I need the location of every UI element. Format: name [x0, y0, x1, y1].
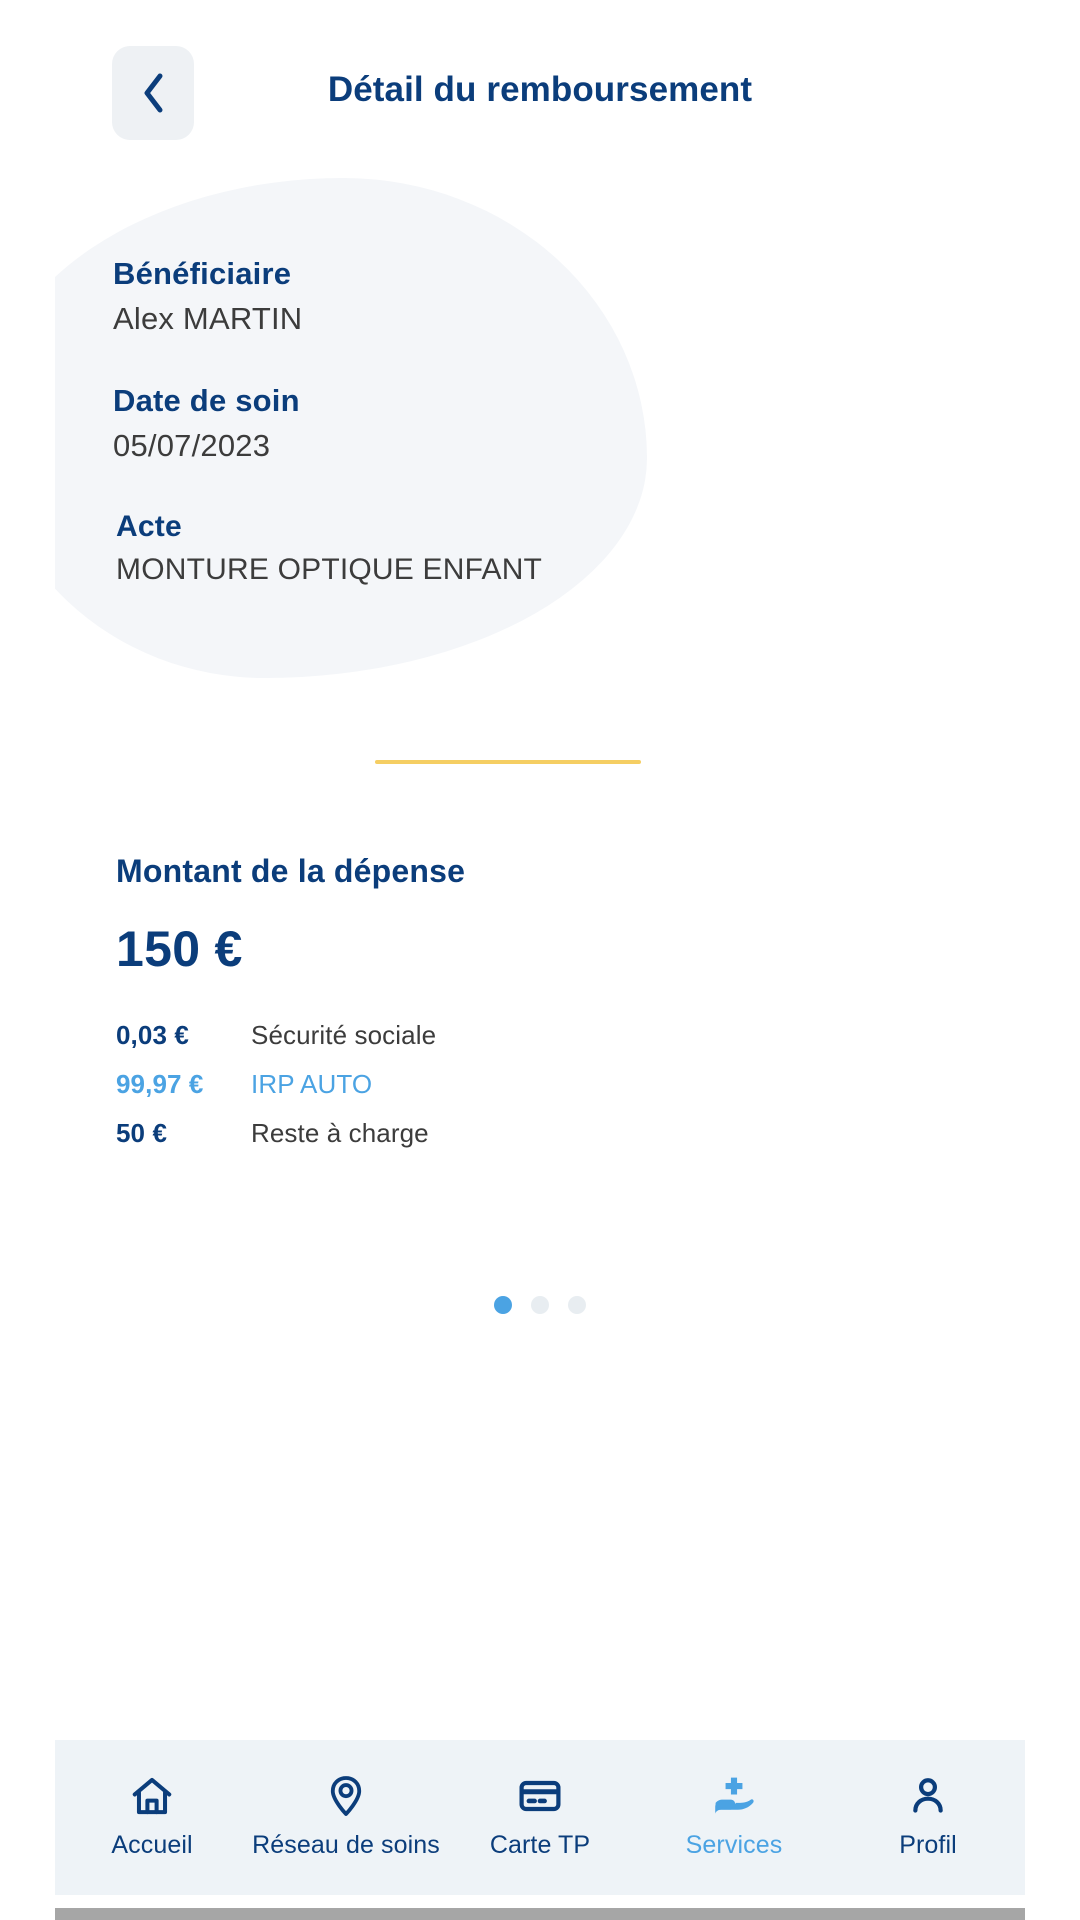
nav-item-label: Accueil [111, 1831, 193, 1859]
nav-item-accueil[interactable]: Accueil [55, 1772, 249, 1860]
nav-item-services[interactable]: Services [637, 1772, 831, 1860]
breakdown-amount: 0,03 € [116, 1020, 189, 1050]
breakdown-label: Reste à charge [251, 1118, 429, 1148]
field-beneficiaire: Bénéficiaire Alex MARTIN [55, 256, 1025, 337]
pagination-dot[interactable] [531, 1296, 549, 1314]
credit-card-icon [517, 1772, 563, 1820]
breakdown-row: 50 € Reste à charge [116, 1118, 1016, 1167]
pagination-dot[interactable] [568, 1296, 586, 1314]
carousel-pagination [55, 1296, 1025, 1314]
right-gutter [1025, 0, 1080, 1920]
home-icon [129, 1772, 175, 1820]
nav-item-label: Profil [899, 1831, 957, 1859]
amount-breakdown: 0,03 € Sécurité sociale 99,97 € IRP AUTO… [116, 1020, 1016, 1167]
breakdown-amount: 50 € [116, 1118, 168, 1148]
field-label: Date de soin [113, 383, 300, 418]
breakdown-label: IRP AUTO [251, 1069, 373, 1099]
field-label: Acte [116, 510, 182, 543]
nav-item-label: Carte TP [489, 1831, 591, 1859]
nav-item-profil[interactable]: Profil [831, 1772, 1025, 1860]
field-acte: Acte MONTURE OPTIQUE ENFANT [55, 510, 1025, 587]
breakdown-row: 0,03 € Sécurité sociale [116, 1020, 1016, 1069]
field-value: MONTURE OPTIQUE ENFANT [116, 553, 543, 586]
field-value: 05/07/2023 [113, 428, 271, 463]
nav-item-label: Réseau de soins [252, 1831, 440, 1859]
content-card: Détail du remboursement Bénéficiaire Ale… [55, 8, 1025, 1708]
field-value: Alex MARTIN [113, 301, 303, 336]
breakdown-amount: 99,97 € [116, 1069, 204, 1099]
person-icon [905, 1772, 951, 1820]
map-pin-icon [323, 1772, 369, 1820]
reimbursement-details: Bénéficiaire Alex MARTIN Date de soin 05… [55, 256, 1025, 587]
left-gutter [0, 0, 55, 1920]
system-navigation-bar [55, 1908, 1025, 1920]
app-screen: Détail du remboursement Bénéficiaire Ale… [0, 0, 1080, 1920]
nav-item-label: Services [685, 1831, 783, 1859]
nav-item-reseau-de-soins[interactable]: Réseau de soins [249, 1772, 443, 1860]
section-divider [375, 760, 641, 764]
screen-header: Détail du remboursement [55, 8, 1025, 178]
field-date-de-soin: Date de soin 05/07/2023 [55, 383, 1025, 464]
breakdown-row: 99,97 € IRP AUTO [116, 1069, 1016, 1118]
hand-holding-cross-icon [711, 1772, 757, 1820]
bottom-navigation: Accueil Réseau de soins Carte TP Service… [55, 1740, 1025, 1895]
amount-total: 150 € [116, 921, 243, 977]
amount-section: Montant de la dépense 150 € 0,03 € Sécur… [116, 853, 1016, 1167]
breakdown-label: Sécurité sociale [251, 1020, 437, 1050]
pagination-dot[interactable] [494, 1296, 512, 1314]
nav-item-carte-tp[interactable]: Carte TP [443, 1772, 637, 1860]
field-label: Bénéficiaire [113, 256, 292, 291]
amount-title: Montant de la dépense [116, 853, 466, 889]
page-title: Détail du remboursement [327, 70, 753, 109]
